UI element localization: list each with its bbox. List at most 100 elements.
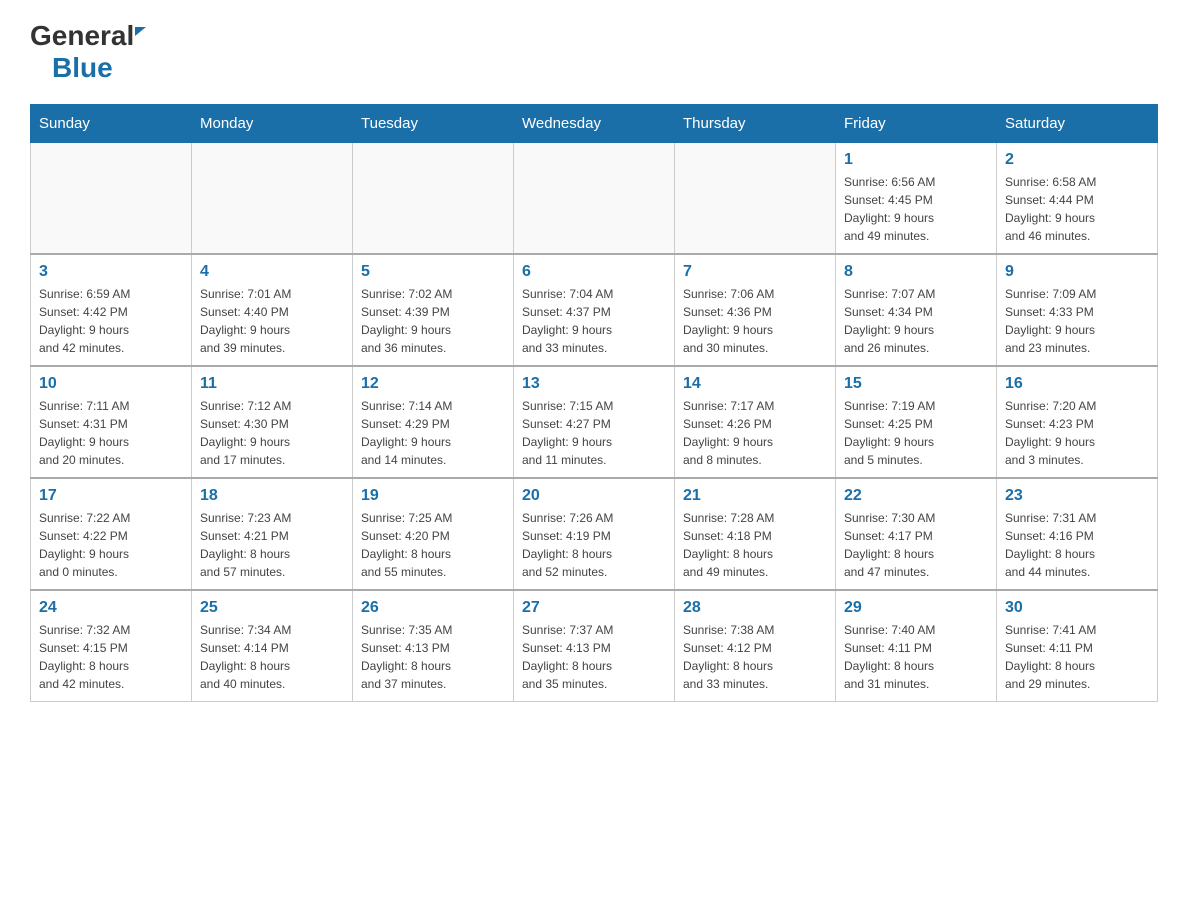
day-number: 30: [1005, 599, 1149, 617]
day-info: Sunrise: 7:14 AM Sunset: 4:29 PM Dayligh…: [361, 397, 505, 469]
weekday-header-sunday: Sunday: [31, 105, 192, 143]
weekday-header-saturday: Saturday: [997, 105, 1158, 143]
day-number: 19: [361, 487, 505, 505]
calendar-cell: 17 Sunrise: 7:22 AM Sunset: 4:22 PM Dayli…: [31, 478, 192, 590]
weekday-header-monday: Monday: [192, 105, 353, 143]
day-info: Sunrise: 7:04 AM Sunset: 4:37 PM Dayligh…: [522, 285, 666, 357]
weekday-header-wednesday: Wednesday: [514, 105, 675, 143]
calendar-cell: 26Sunrise: 7:35 AM Sunset: 4:13 PM Dayli…: [353, 590, 514, 702]
calendar-row-2: 10 Sunrise: 7:11 AM Sunset: 4:31 PM Dayli…: [31, 366, 1158, 478]
day-info: Sunrise: 7:30 AM Sunset: 4:17 PM Dayligh…: [844, 509, 988, 581]
day-number: 22: [844, 487, 988, 505]
calendar-cell: 27 Sunrise: 7:37 AM Sunset: 4:13 PM Dayli…: [514, 590, 675, 702]
calendar-row-1: 3 Sunrise: 6:59 AM Sunset: 4:42 PM Daylig…: [31, 254, 1158, 366]
day-info: Sunrise: 7:17 AM Sunset: 4:26 PM Dayligh…: [683, 397, 827, 469]
calendar-cell: 15Sunrise: 7:19 AM Sunset: 4:25 PM Dayli…: [836, 366, 997, 478]
weekday-header-friday: Friday: [836, 105, 997, 143]
calendar-cell: 22 Sunrise: 7:30 AM Sunset: 4:17 PM Dayli…: [836, 478, 997, 590]
calendar-table: SundayMondayTuesdayWednesdayThursdayFrid…: [30, 104, 1158, 702]
calendar-row-3: 17 Sunrise: 7:22 AM Sunset: 4:22 PM Dayli…: [31, 478, 1158, 590]
day-number: 7: [683, 263, 827, 281]
logo: General Blue: [30, 20, 145, 84]
day-info: Sunrise: 7:12 AM Sunset: 4:30 PM Dayligh…: [200, 397, 344, 469]
calendar-cell: 14Sunrise: 7:17 AM Sunset: 4:26 PM Dayli…: [675, 366, 836, 478]
day-number: 29: [844, 599, 988, 617]
calendar-cell: 8 Sunrise: 7:07 AM Sunset: 4:34 PM Daylig…: [836, 254, 997, 366]
calendar-cell: 9 Sunrise: 7:09 AM Sunset: 4:33 PM Daylig…: [997, 254, 1158, 366]
calendar-cell: 3 Sunrise: 6:59 AM Sunset: 4:42 PM Daylig…: [31, 254, 192, 366]
calendar-cell: 21 Sunrise: 7:28 AM Sunset: 4:18 PM Dayli…: [675, 478, 836, 590]
calendar-cell: 4 Sunrise: 7:01 AM Sunset: 4:40 PM Daylig…: [192, 254, 353, 366]
calendar-header-row: SundayMondayTuesdayWednesdayThursdayFrid…: [31, 105, 1158, 143]
calendar-cell: [353, 143, 514, 255]
calendar-cell: [514, 143, 675, 255]
day-number: 28: [683, 599, 827, 617]
day-number: 1: [844, 151, 988, 169]
day-number: 16: [1005, 375, 1149, 393]
day-info: Sunrise: 7:28 AM Sunset: 4:18 PM Dayligh…: [683, 509, 827, 581]
day-info: Sunrise: 6:58 AM Sunset: 4:44 PM Dayligh…: [1005, 173, 1149, 245]
day-info: Sunrise: 7:11 AM Sunset: 4:31 PM Dayligh…: [39, 397, 183, 469]
calendar-cell: 2Sunrise: 6:58 AM Sunset: 4:44 PM Daylig…: [997, 143, 1158, 255]
calendar-cell: 10 Sunrise: 7:11 AM Sunset: 4:31 PM Dayli…: [31, 366, 192, 478]
calendar-cell: 13 Sunrise: 7:15 AM Sunset: 4:27 PM Dayli…: [514, 366, 675, 478]
day-number: 4: [200, 263, 344, 281]
calendar-cell: [675, 143, 836, 255]
calendar-cell: 19 Sunrise: 7:25 AM Sunset: 4:20 PM Dayli…: [353, 478, 514, 590]
logo-blue-text: Blue: [30, 52, 113, 83]
day-info: Sunrise: 6:56 AM Sunset: 4:45 PM Dayligh…: [844, 173, 988, 245]
calendar-cell: 18Sunrise: 7:23 AM Sunset: 4:21 PM Dayli…: [192, 478, 353, 590]
day-number: 21: [683, 487, 827, 505]
day-number: 23: [1005, 487, 1149, 505]
day-info: Sunrise: 7:20 AM Sunset: 4:23 PM Dayligh…: [1005, 397, 1149, 469]
day-info: Sunrise: 7:41 AM Sunset: 4:11 PM Dayligh…: [1005, 621, 1149, 693]
day-number: 3: [39, 263, 183, 281]
calendar-cell: 30 Sunrise: 7:41 AM Sunset: 4:11 PM Dayli…: [997, 590, 1158, 702]
day-info: Sunrise: 7:25 AM Sunset: 4:20 PM Dayligh…: [361, 509, 505, 581]
day-number: 12: [361, 375, 505, 393]
calendar-row-0: 1 Sunrise: 6:56 AM Sunset: 4:45 PM Daylig…: [31, 143, 1158, 255]
logo-arrow-icon: [135, 27, 146, 36]
calendar-cell: 16 Sunrise: 7:20 AM Sunset: 4:23 PM Dayli…: [997, 366, 1158, 478]
day-number: 11: [200, 375, 344, 393]
day-info: Sunrise: 7:23 AM Sunset: 4:21 PM Dayligh…: [200, 509, 344, 581]
day-info: Sunrise: 7:15 AM Sunset: 4:27 PM Dayligh…: [522, 397, 666, 469]
day-info: Sunrise: 7:22 AM Sunset: 4:22 PM Dayligh…: [39, 509, 183, 581]
day-info: Sunrise: 7:37 AM Sunset: 4:13 PM Dayligh…: [522, 621, 666, 693]
calendar-cell: 25 Sunrise: 7:34 AM Sunset: 4:14 PM Dayli…: [192, 590, 353, 702]
day-number: 15: [844, 375, 988, 393]
day-number: 20: [522, 487, 666, 505]
day-info: Sunrise: 7:40 AM Sunset: 4:11 PM Dayligh…: [844, 621, 988, 693]
day-number: 5: [361, 263, 505, 281]
calendar-cell: 11 Sunrise: 7:12 AM Sunset: 4:30 PM Dayli…: [192, 366, 353, 478]
day-number: 9: [1005, 263, 1149, 281]
day-info: Sunrise: 7:07 AM Sunset: 4:34 PM Dayligh…: [844, 285, 988, 357]
calendar-cell: 23 Sunrise: 7:31 AM Sunset: 4:16 PM Dayli…: [997, 478, 1158, 590]
day-info: Sunrise: 7:31 AM Sunset: 4:16 PM Dayligh…: [1005, 509, 1149, 581]
logo-general-text: General: [30, 20, 134, 51]
day-info: Sunrise: 7:34 AM Sunset: 4:14 PM Dayligh…: [200, 621, 344, 693]
day-info: Sunrise: 7:09 AM Sunset: 4:33 PM Dayligh…: [1005, 285, 1149, 357]
day-number: 6: [522, 263, 666, 281]
day-info: Sunrise: 7:02 AM Sunset: 4:39 PM Dayligh…: [361, 285, 505, 357]
day-info: Sunrise: 7:38 AM Sunset: 4:12 PM Dayligh…: [683, 621, 827, 693]
calendar-cell: 28 Sunrise: 7:38 AM Sunset: 4:12 PM Dayli…: [675, 590, 836, 702]
day-number: 8: [844, 263, 988, 281]
day-info: Sunrise: 7:35 AM Sunset: 4:13 PM Dayligh…: [361, 621, 505, 693]
day-number: 10: [39, 375, 183, 393]
day-number: 17: [39, 487, 183, 505]
calendar-cell: 29 Sunrise: 7:40 AM Sunset: 4:11 PM Dayli…: [836, 590, 997, 702]
day-info: Sunrise: 7:01 AM Sunset: 4:40 PM Dayligh…: [200, 285, 344, 357]
calendar-cell: 24Sunrise: 7:32 AM Sunset: 4:15 PM Dayli…: [31, 590, 192, 702]
day-info: Sunrise: 6:59 AM Sunset: 4:42 PM Dayligh…: [39, 285, 183, 357]
calendar-cell: [192, 143, 353, 255]
calendar-cell: 1 Sunrise: 6:56 AM Sunset: 4:45 PM Daylig…: [836, 143, 997, 255]
day-info: Sunrise: 7:32 AM Sunset: 4:15 PM Dayligh…: [39, 621, 183, 693]
calendar-row-4: 24Sunrise: 7:32 AM Sunset: 4:15 PM Dayli…: [31, 590, 1158, 702]
day-number: 27: [522, 599, 666, 617]
day-info: Sunrise: 7:26 AM Sunset: 4:19 PM Dayligh…: [522, 509, 666, 581]
day-info: Sunrise: 7:06 AM Sunset: 4:36 PM Dayligh…: [683, 285, 827, 357]
weekday-header-thursday: Thursday: [675, 105, 836, 143]
day-number: 13: [522, 375, 666, 393]
day-number: 25: [200, 599, 344, 617]
